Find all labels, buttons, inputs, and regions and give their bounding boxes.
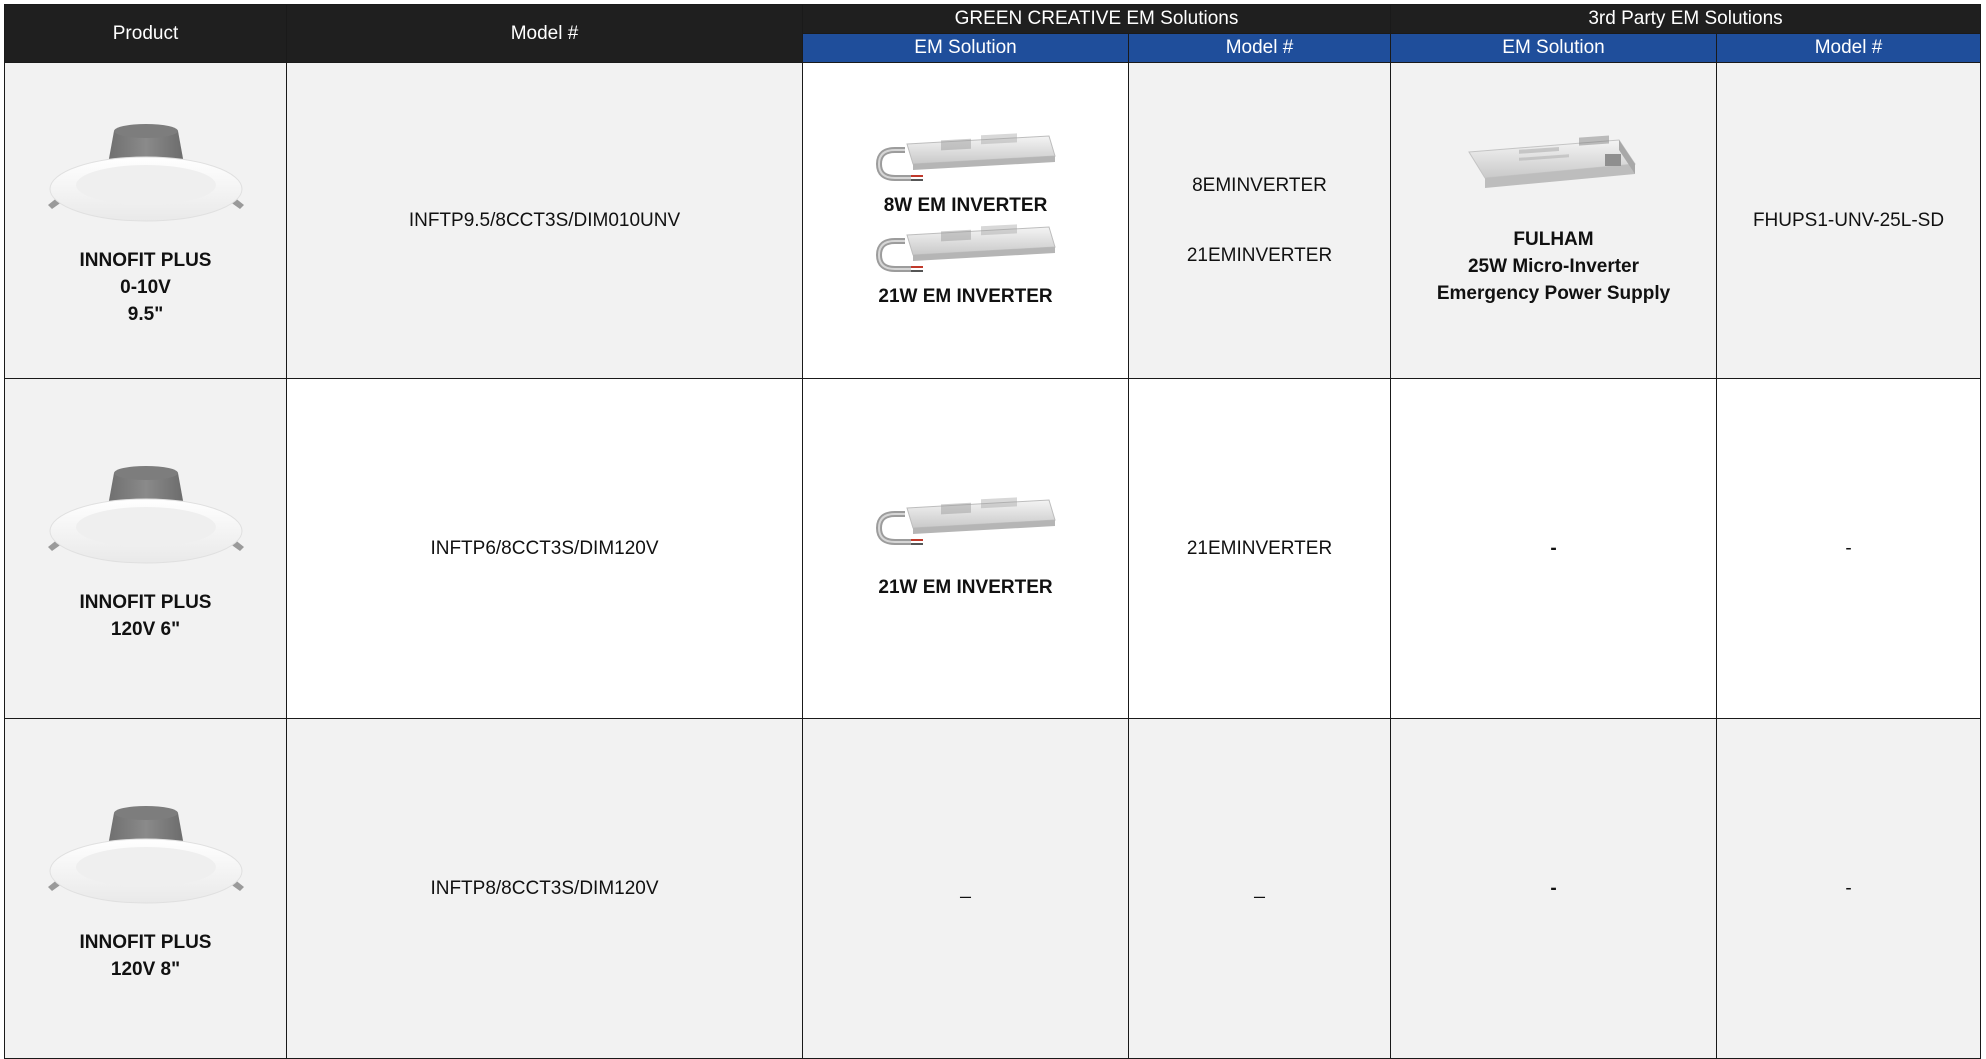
gc-model-value: 21EMINVERTER <box>1186 244 1333 266</box>
header-product: Product <box>4 4 287 63</box>
product-name: INNOFIT PLUS <box>79 931 212 953</box>
product-cell: INNOFIT PLUS 120V 6" <box>4 378 287 719</box>
gc-solution-label: 21W EM INVERTER <box>878 577 1053 598</box>
header-third-party-group: 3rd Party EM Solutions <box>1390 4 1981 34</box>
em-inverter-icon <box>871 496 1061 556</box>
tp-solution-brand: FULHAM <box>1513 229 1594 250</box>
tp-solution-desc: 25W Micro-Inverter <box>1467 256 1640 277</box>
header-tp-model: Model # <box>1716 33 1981 63</box>
product-cell: INNOFIT PLUS 0-10V 9.5" <box>4 62 287 379</box>
tp-model-cell: - <box>1716 718 1981 1059</box>
gc-model-cell: 21EMINVERTER <box>1128 378 1391 719</box>
table-row: INNOFIT PLUS 120V 6" INFTP6/8CCT3S/DIM12… <box>4 378 1981 719</box>
gc-model-cell: 8EMINVERTER 21EMINVERTER <box>1128 62 1391 379</box>
model-cell: INFTP8/8CCT3S/DIM120V <box>286 718 803 1059</box>
tp-solution-cell: - <box>1390 718 1717 1059</box>
downlight-icon <box>36 795 256 915</box>
fulham-power-supply-icon <box>1459 134 1649 204</box>
tp-solution-desc: Emergency Power Supply <box>1436 283 1671 304</box>
product-voltage: 0-10V <box>120 277 171 298</box>
gc-model-value: 8EMINVERTER <box>1192 174 1327 196</box>
gc-solution-cell: 8W EM INVERTER 21W EM INVERTER <box>802 62 1129 379</box>
gc-solution-label: 8W EM INVERTER <box>883 194 1048 216</box>
tp-solution-cell: - <box>1390 378 1717 719</box>
model-cell: INFTP9.5/8CCT3S/DIM010UNV <box>286 62 803 379</box>
table-row: INNOFIT PLUS 0-10V 9.5" INFTP9.5/8CCT3S/… <box>4 62 1981 379</box>
product-cell: INNOFIT PLUS 120V 8" <box>4 718 287 1059</box>
gc-solution-cell: 21W EM INVERTER <box>802 378 1129 719</box>
gc-model-cell: _ <box>1128 718 1391 1059</box>
product-size: 9.5" <box>127 304 164 325</box>
tp-model-cell: FHUPS1-UNV-25L-SD <box>1716 62 1981 379</box>
product-voltage-size: 120V 8" <box>110 958 181 980</box>
gc-solution-cell: _ <box>802 718 1129 1059</box>
header-green-creative-group: GREEN CREATIVE EM Solutions <box>802 4 1391 34</box>
em-solutions-table: Product Model # GREEN CREATIVE EM Soluti… <box>4 4 1981 1059</box>
header-gc-model: Model # <box>1128 33 1391 63</box>
header-model: Model # <box>286 4 803 63</box>
downlight-icon <box>36 455 256 575</box>
product-voltage-size: 120V 6" <box>110 618 181 640</box>
tp-solution-cell: FULHAM 25W Micro-Inverter Emergency Powe… <box>1390 62 1717 379</box>
downlight-icon <box>36 113 256 233</box>
table-row: INNOFIT PLUS 120V 8" INFTP8/8CCT3S/DIM12… <box>4 718 1981 1059</box>
header-tp-em-solution: EM Solution <box>1390 33 1717 63</box>
em-inverter-icon <box>871 223 1061 283</box>
em-inverter-icon <box>871 132 1061 192</box>
header-gc-em-solution: EM Solution <box>802 33 1129 63</box>
gc-solution-label: 21W EM INVERTER <box>878 285 1053 307</box>
product-name: INNOFIT PLUS <box>79 591 212 613</box>
model-cell: INFTP6/8CCT3S/DIM120V <box>286 378 803 719</box>
product-name: INNOFIT PLUS <box>79 250 212 271</box>
tp-model-cell: - <box>1716 378 1981 719</box>
